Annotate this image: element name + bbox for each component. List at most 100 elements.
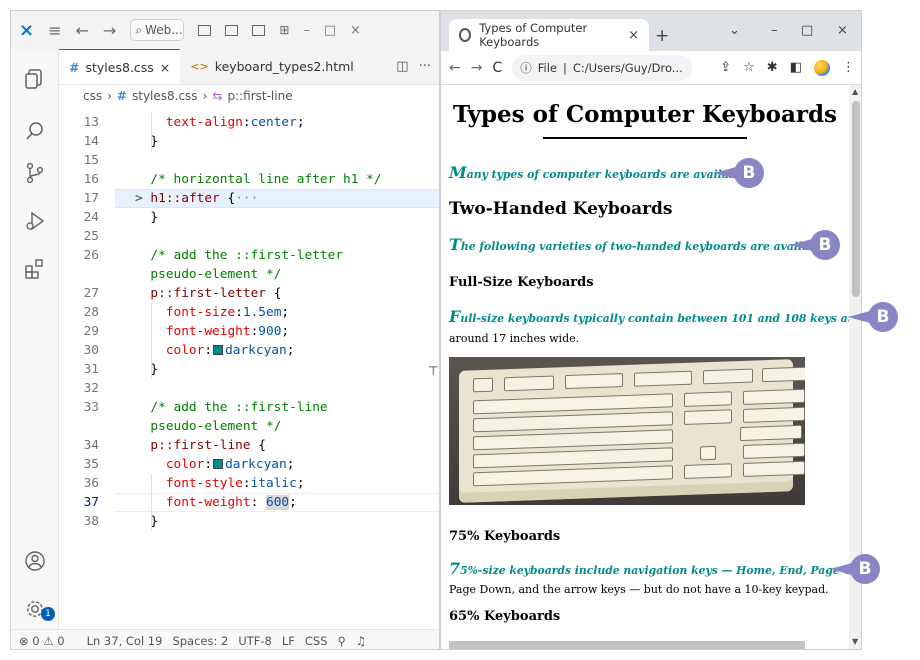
code-line[interactable]: 35 color: darkcyan;	[59, 455, 439, 474]
back-icon[interactable]: ←	[449, 60, 461, 76]
code-line[interactable]: 16 /* horizontal line after h1 */	[59, 170, 439, 189]
close-tab-icon[interactable]: ×	[628, 28, 639, 43]
side-panel-icon[interactable]: ◧	[790, 60, 802, 75]
menu-kebab-icon[interactable]: ⋮	[842, 60, 855, 75]
code-line[interactable]: 28 font-size:1.5em;	[59, 303, 439, 322]
code-line[interactable]: 33 /* add the ::first-line	[59, 398, 439, 417]
line-code: /* add the ::first-line	[135, 398, 327, 417]
color-swatch[interactable]	[213, 459, 224, 469]
code-line[interactable]: 30 color: darkcyan;	[59, 341, 439, 360]
command-center-search[interactable]: ⌕ Web...	[130, 19, 185, 41]
scroll-down-icon[interactable]: ▼	[852, 637, 858, 646]
forward-icon[interactable]: →	[471, 60, 483, 76]
line-number: 33	[83, 400, 99, 415]
code-line[interactable]: 38 }	[59, 512, 439, 531]
breadcrumb-symbol[interactable]: p::first-line	[227, 89, 292, 103]
bookmark-star-icon[interactable]: ☆	[743, 60, 755, 75]
code-line[interactable]: 24 }	[59, 208, 439, 227]
source-control-icon[interactable]	[23, 161, 47, 185]
share-icon[interactable]: ⇪	[720, 60, 731, 75]
tab-keyboard-types2-html[interactable]: <> keyboard_types2.html	[180, 49, 364, 84]
toggle-panel-icon[interactable]	[225, 24, 239, 36]
forward-arrow-icon[interactable]: →	[103, 21, 116, 40]
breadcrumb-file[interactable]: styles8.css	[132, 89, 198, 103]
code-line[interactable]: 15	[59, 151, 439, 170]
code-line[interactable]: 26 /* add the ::first-letter	[59, 246, 439, 265]
tab-label: styles8.css	[85, 59, 154, 75]
extensions-puzzle-icon[interactable]: ✱	[767, 60, 778, 75]
minimize-button[interactable]: –	[303, 23, 310, 38]
indentation-status[interactable]: Spaces: 2	[172, 634, 228, 648]
line-number: 32	[83, 381, 99, 396]
site-info-icon[interactable]: ⓘ	[520, 60, 532, 76]
explorer-icon[interactable]	[23, 67, 47, 91]
toggle-secondary-sidebar-icon[interactable]	[252, 24, 266, 36]
line-code: font-size:1.5em;	[135, 303, 289, 322]
code-line[interactable]: pseudo-element */	[59, 417, 439, 436]
code-token: color	[135, 457, 205, 472]
tab-search-chevron-icon[interactable]: ⌄	[729, 23, 740, 38]
code-token: }	[135, 362, 159, 377]
split-editor-icon[interactable]: ◫	[396, 59, 408, 74]
sash-handle-icon[interactable]: ⊤	[428, 364, 438, 378]
run-debug-icon[interactable]	[23, 209, 47, 233]
scroll-thumb[interactable]	[852, 101, 860, 297]
code-token: }	[135, 514, 159, 529]
line-number: 28	[83, 305, 99, 320]
paragraph-intro: Many types of computer keyboards are ava…	[449, 163, 751, 182]
cursor-position[interactable]: Ln 37, Col 19	[87, 634, 163, 648]
problems-status[interactable]: ⊗ 0 ⚠ 0	[19, 634, 65, 648]
code-editor[interactable]: 13 text-align:center; 14 } 15 16 /* horizon…	[59, 105, 439, 633]
browser-tab[interactable]: Types of Computer Keyboards ×	[449, 19, 649, 51]
code-line[interactable]: 31 }	[59, 360, 439, 379]
code-token: ;	[289, 495, 297, 510]
line-number: 25	[83, 229, 99, 244]
vscode-window: ⨯ ≡ ← → ⌕ Web... ⊞ – □ × 1 # styles8.css…	[10, 10, 440, 650]
language-mode[interactable]: CSS	[305, 634, 328, 648]
toggle-sidebar-icon[interactable]	[198, 24, 212, 36]
customize-layout-icon[interactable]: ⊞	[279, 23, 289, 37]
reload-icon[interactable]: C	[492, 60, 502, 76]
code-line[interactable]: 34 p::first-line {	[59, 436, 439, 455]
new-tab-icon[interactable]: +	[655, 26, 669, 46]
code-line[interactable]: 13 text-align:center;	[59, 113, 439, 132]
code-line[interactable]: 14 }	[59, 132, 439, 151]
maximize-button[interactable]: □	[324, 23, 336, 38]
code-line[interactable]: pseudo-element */	[59, 265, 439, 284]
scroll-up-icon[interactable]: ▲	[852, 87, 858, 96]
search-icon[interactable]	[23, 119, 47, 143]
encoding-status[interactable]: UTF-8	[238, 634, 272, 648]
color-swatch[interactable]	[213, 345, 224, 355]
tab-close-icon[interactable]: ×	[160, 60, 170, 75]
address-bar[interactable]: ⓘ File | C:/Users/Guy/Dro...	[512, 54, 693, 81]
code-token: 600	[266, 495, 290, 510]
code-line[interactable]: 36 font-style:italic;	[59, 474, 439, 493]
feedback-icon[interactable]: ⚲	[338, 634, 346, 648]
page-title: Types of Computer Keyboards	[453, 101, 837, 128]
code-line[interactable]: 32	[59, 379, 439, 398]
accounts-icon[interactable]	[23, 549, 47, 573]
code-line[interactable]: 25	[59, 227, 439, 246]
menu-icon[interactable]: ≡	[48, 21, 61, 40]
notifications-bell-icon[interactable]: ♫	[356, 634, 366, 648]
selector-icon: ⇆	[212, 89, 223, 103]
line-code: /* horizontal line after h1 */	[135, 170, 381, 189]
first-letter: T	[449, 235, 461, 254]
first-line: ull-size keyboards typically contain bet…	[460, 312, 849, 325]
code-line[interactable]: 37 font-weight: 600;	[59, 493, 439, 512]
minimize-button[interactable]: –	[771, 23, 778, 38]
eol-status[interactable]: LF	[282, 634, 295, 648]
close-window-button[interactable]: ×	[837, 23, 848, 38]
tab-styles8-css[interactable]: # styles8.css ×	[59, 49, 181, 84]
maximize-button[interactable]: □	[801, 23, 813, 38]
more-actions-icon[interactable]: ···	[419, 59, 431, 74]
code-line[interactable]: 17 > h1::after {···	[59, 189, 439, 208]
extensions-icon[interactable]	[23, 257, 47, 281]
profile-avatar[interactable]	[814, 59, 830, 76]
line-number: 36	[83, 476, 99, 491]
breadcrumb-folder[interactable]: css	[83, 89, 102, 103]
back-arrow-icon[interactable]: ←	[76, 21, 89, 40]
close-button[interactable]: ×	[350, 23, 361, 38]
code-line[interactable]: 27 p::first-letter {	[59, 284, 439, 303]
code-line[interactable]: 29 font-weight:900;	[59, 322, 439, 341]
